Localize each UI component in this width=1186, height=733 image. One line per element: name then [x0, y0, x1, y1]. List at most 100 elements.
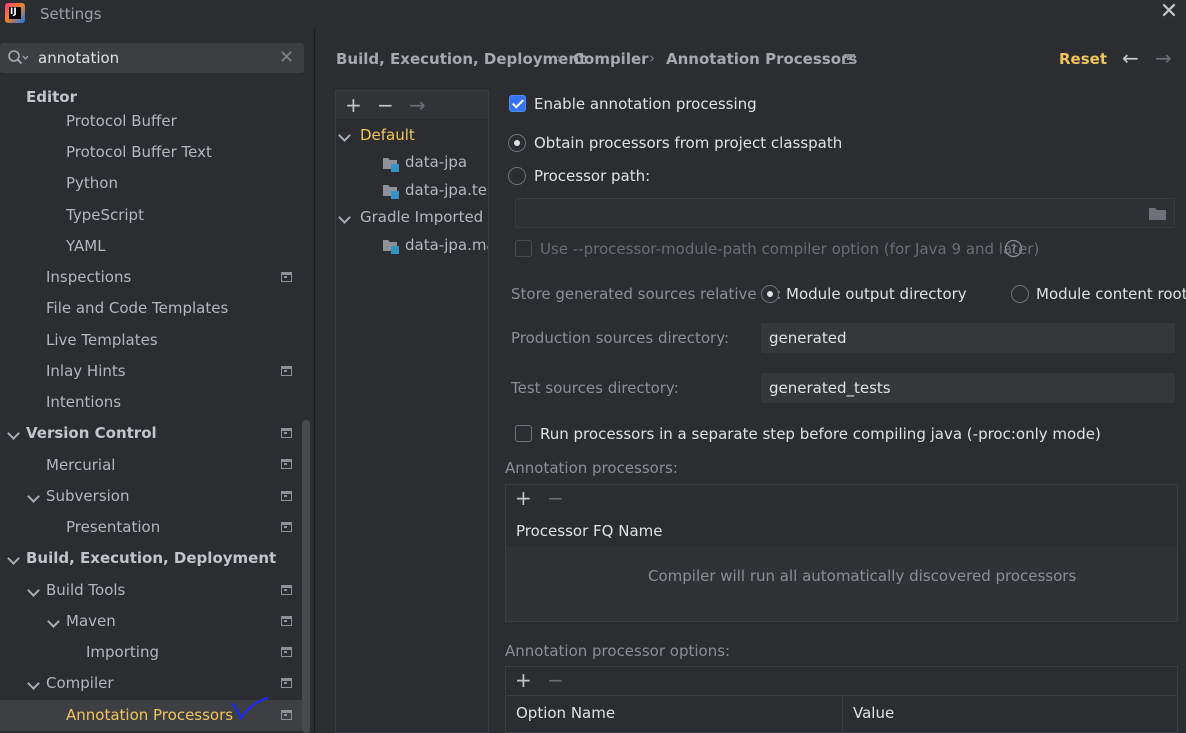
- sidebar-item-protocol-buffer[interactable]: Protocol Buffer: [66, 106, 177, 137]
- folder-icon[interactable]: [1148, 206, 1168, 221]
- project-settings-icon: [281, 585, 292, 595]
- profile-module[interactable]: data-jpa: [405, 147, 467, 178]
- sidebar-item-version-control[interactable]: Version Control: [26, 418, 157, 449]
- project-settings-icon: [844, 54, 855, 64]
- column-header-processor-fq-name[interactable]: Processor FQ Name: [516, 522, 662, 540]
- close-icon[interactable]: ✕: [1158, 1, 1180, 24]
- title-bar: [0, 0, 1186, 28]
- sidebar-item-compiler[interactable]: Compiler: [46, 668, 114, 699]
- profile-gradle-imported[interactable]: Gradle Imported: [360, 202, 483, 233]
- breadcrumb-item[interactable]: Compiler: [573, 50, 649, 68]
- sidebar-item-annotation-processors[interactable]: Annotation Processors: [66, 700, 233, 731]
- search-input[interactable]: annotation: [38, 49, 119, 67]
- breadcrumb-item[interactable]: Build, Execution, Deployment: [336, 50, 586, 68]
- module-folder-icon: [383, 240, 399, 254]
- add-option-icon[interactable]: +: [515, 670, 532, 690]
- sidebar-item-inspections[interactable]: Inspections: [46, 262, 131, 293]
- svg-text:?: ?: [1011, 243, 1017, 256]
- project-settings-icon: [281, 647, 292, 657]
- window-title: Settings: [40, 5, 102, 23]
- processors-empty-text: Compiler will run all automatically disc…: [648, 567, 1077, 585]
- obtain-from-classpath-label[interactable]: Obtain processors from project classpath: [534, 134, 842, 152]
- column-header-value[interactable]: Value: [853, 704, 894, 722]
- reset-button[interactable]: Reset: [1059, 50, 1107, 68]
- chevron-down-icon[interactable]: [337, 212, 351, 226]
- project-settings-icon: [281, 428, 292, 438]
- hand-drawn-checkmark-icon: [231, 696, 269, 721]
- breadcrumb-current: Annotation Processors: [666, 50, 858, 68]
- sidebar-item-protocol-buffer-text[interactable]: Protocol Buffer Text: [66, 137, 212, 168]
- search-icon[interactable]: [8, 50, 28, 66]
- project-settings-icon: [281, 459, 292, 469]
- module-output-directory-radio[interactable]: [761, 285, 779, 303]
- test-sources-value[interactable]: generated_tests: [769, 379, 891, 397]
- enable-annotation-processing-checkbox[interactable]: [509, 95, 526, 112]
- add-processor-icon[interactable]: +: [515, 488, 532, 508]
- remove-processor-icon[interactable]: −: [547, 488, 564, 508]
- sidebar-item-intentions[interactable]: Intentions: [46, 387, 121, 418]
- chevron-down-icon[interactable]: [46, 616, 60, 630]
- module-content-root-label[interactable]: Module content root: [1036, 285, 1186, 303]
- chevron-down-icon[interactable]: [6, 553, 20, 567]
- intellij-logo-icon: IJ: [5, 3, 25, 23]
- production-sources-value[interactable]: generated: [769, 329, 846, 347]
- chevron-down-icon[interactable]: [26, 678, 40, 692]
- separate-step-label[interactable]: Run processors in a separate step before…: [540, 425, 1101, 443]
- forward-arrow-icon[interactable]: →: [1155, 46, 1172, 70]
- sidebar-item-inlay-hints[interactable]: Inlay Hints: [46, 356, 126, 387]
- sidebar-item-maven[interactable]: Maven: [66, 606, 116, 637]
- processor-module-path-checkbox[interactable]: [515, 240, 532, 257]
- module-folder-icon: [383, 158, 399, 172]
- test-sources-label: Test sources directory:: [511, 379, 679, 397]
- sidebar-item-typescript[interactable]: TypeScript: [66, 200, 144, 231]
- module-output-directory-label[interactable]: Module output directory: [786, 285, 967, 303]
- sidebar-item-mercurial[interactable]: Mercurial: [46, 450, 115, 481]
- production-sources-label: Production sources directory:: [511, 329, 730, 347]
- remove-option-icon[interactable]: −: [547, 670, 564, 690]
- separate-step-checkbox[interactable]: [515, 425, 532, 442]
- back-arrow-icon[interactable]: ←: [1122, 46, 1139, 70]
- processor-module-path-label: Use --processor-module-path compiler opt…: [540, 240, 1040, 258]
- help-icon[interactable]: ?: [1004, 239, 1023, 258]
- project-settings-icon: [281, 491, 292, 501]
- breadcrumb-separator-icon: ›: [649, 49, 655, 67]
- chevron-down-icon[interactable]: [337, 130, 351, 144]
- processor-path-label[interactable]: Processor path:: [534, 167, 650, 185]
- store-generated-label: Store generated sources relative to:: [511, 285, 782, 303]
- project-settings-icon: [281, 366, 292, 376]
- chevron-down-icon[interactable]: [26, 585, 40, 599]
- column-header-option-name[interactable]: Option Name: [516, 704, 615, 722]
- sidebar-item-live-templates[interactable]: Live Templates: [46, 325, 158, 356]
- profile-module[interactable]: data-jpa.main: [405, 230, 488, 261]
- sidebar-item-build-execution-deployment[interactable]: Build, Execution, Deployment: [26, 543, 276, 574]
- project-settings-icon: [281, 710, 292, 720]
- module-content-root-radio[interactable]: [1011, 285, 1029, 303]
- project-settings-icon: [281, 522, 292, 532]
- project-settings-icon: [281, 678, 292, 688]
- processor-path-field[interactable]: [515, 198, 1175, 228]
- move-arrow-icon[interactable]: →: [409, 95, 426, 115]
- add-profile-icon[interactable]: +: [345, 95, 362, 115]
- chevron-down-icon[interactable]: [6, 428, 20, 442]
- sidebar-item-python[interactable]: Python: [66, 168, 118, 199]
- sidebar-item-subversion[interactable]: Subversion: [46, 481, 130, 512]
- annotation-processors-title: Annotation processors:: [505, 459, 678, 477]
- sidebar-item-importing[interactable]: Importing: [86, 637, 159, 668]
- sidebar-scrollbar[interactable]: [302, 420, 310, 733]
- remove-profile-icon[interactable]: −: [377, 95, 394, 115]
- module-folder-icon: [383, 185, 399, 199]
- sidebar-item-presentation[interactable]: Presentation: [66, 512, 160, 543]
- enable-annotation-processing-label[interactable]: Enable annotation processing: [534, 95, 757, 113]
- project-settings-icon: [281, 272, 292, 282]
- chevron-down-icon[interactable]: [26, 491, 40, 505]
- processor-path-radio[interactable]: [508, 167, 526, 185]
- clear-search-icon[interactable]: ✕: [279, 47, 294, 68]
- breadcrumb-separator-icon: ›: [556, 49, 562, 67]
- project-settings-icon: [281, 616, 292, 626]
- annotation-processor-options-title: Annotation processor options:: [505, 642, 731, 660]
- column-divider[interactable]: [842, 696, 843, 733]
- obtain-from-classpath-radio[interactable]: [508, 134, 526, 152]
- sidebar-item-yaml[interactable]: YAML: [66, 231, 106, 262]
- sidebar-item-file-and-code-templates[interactable]: File and Code Templates: [46, 293, 228, 324]
- sidebar-item-build-tools[interactable]: Build Tools: [46, 575, 125, 606]
